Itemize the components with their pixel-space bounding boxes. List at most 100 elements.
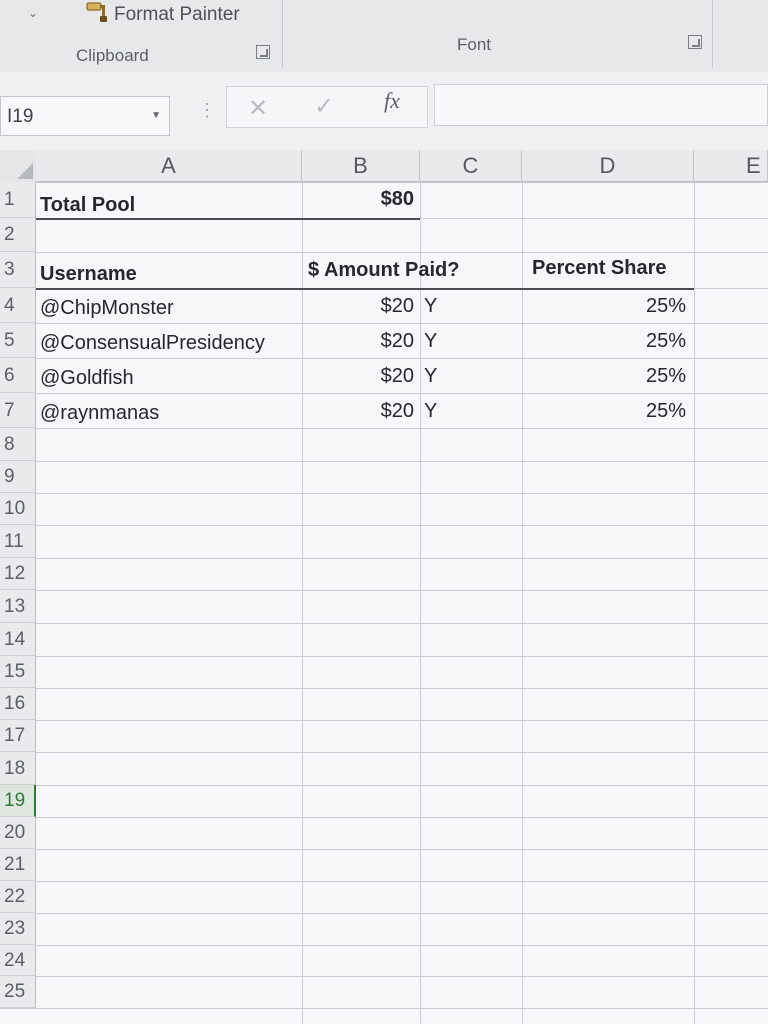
cell-c5[interactable]: Y — [424, 330, 437, 353]
column-header-b[interactable]: B — [302, 150, 420, 182]
gridline — [0, 1008, 768, 1009]
gridline — [0, 323, 768, 324]
gridline — [0, 558, 768, 559]
gridline — [0, 461, 768, 462]
cancel-icon[interactable]: ✕ — [248, 94, 268, 123]
row-header-24[interactable]: 24 — [0, 945, 36, 976]
cell-a3[interactable]: Username — [40, 263, 137, 286]
gridline — [0, 493, 768, 494]
gridline — [0, 688, 768, 689]
row-header-22[interactable]: 22 — [0, 881, 36, 913]
cell-a1[interactable]: Total Pool — [40, 194, 135, 217]
chevron-down-icon[interactable]: ⌄ — [28, 6, 38, 20]
cell-b6[interactable]: $20 — [306, 365, 414, 388]
cell-b1[interactable]: $80 — [306, 188, 414, 211]
cell-c7[interactable]: Y — [424, 400, 437, 423]
row-header-7[interactable]: 7 — [0, 393, 36, 428]
column-header-c[interactable]: C — [420, 150, 522, 182]
row-header-23[interactable]: 23 — [0, 913, 36, 945]
dropdown-caret-icon[interactable]: ▼ — [151, 110, 161, 121]
cell-a5[interactable]: @ConsensualPresidency — [40, 332, 265, 355]
row-header-4[interactable]: 4 — [0, 288, 36, 323]
row-header-11[interactable]: 11 — [0, 525, 36, 558]
cell-a7[interactable]: @raynmanas — [40, 402, 159, 425]
row-header-5[interactable]: 5 — [0, 323, 36, 358]
gridline — [0, 752, 768, 753]
ribbon: ⌄ Format Painter Clipboard Font — [0, 0, 768, 73]
gridline — [0, 785, 768, 786]
gridline — [694, 150, 695, 1024]
cell-d6[interactable]: 25% — [526, 365, 686, 388]
formula-input[interactable] — [434, 84, 768, 126]
row-header-10[interactable]: 10 — [0, 493, 36, 525]
row-header-6[interactable]: 6 — [0, 358, 36, 393]
gridline — [0, 945, 768, 946]
gridline — [0, 720, 768, 721]
row-header-3[interactable]: 3 — [0, 252, 36, 288]
gridline — [0, 976, 768, 977]
gridline — [0, 590, 768, 591]
clipboard-group-label: Clipboard — [76, 46, 149, 65]
cell-b5[interactable]: $20 — [306, 330, 414, 353]
row-header-20[interactable]: 20 — [0, 817, 36, 849]
row-header-1[interactable]: 1 — [0, 182, 36, 218]
cell-d3[interactable]: Percent Share — [532, 257, 667, 280]
gridline — [0, 358, 768, 359]
row-header-14[interactable]: 14 — [0, 623, 36, 656]
name-box[interactable]: I19 ▼ — [0, 96, 170, 136]
gridline — [0, 849, 768, 850]
row-header-8[interactable]: 8 — [0, 428, 36, 461]
format-painter-button[interactable]: Format Painter — [84, 0, 240, 29]
excel-window: ⌄ Format Painter Clipboard Font I19 ▼ ⋮ — [0, 0, 768, 1024]
row-header-25[interactable]: 25 — [0, 976, 36, 1008]
cell-b4[interactable]: $20 — [306, 295, 414, 318]
cell-a6[interactable]: @Goldfish — [40, 367, 134, 390]
gridline — [0, 881, 768, 882]
column-header-e[interactable]: E — [694, 150, 768, 182]
row-header-2[interactable]: 2 — [0, 218, 36, 252]
gridline — [0, 428, 768, 429]
row-header-12[interactable]: 12 — [0, 558, 36, 590]
cell-d5[interactable]: 25% — [526, 330, 686, 353]
row-header-9[interactable]: 9 — [0, 461, 36, 493]
cell-b7[interactable]: $20 — [306, 400, 414, 423]
enter-check-icon[interactable]: ✓ — [314, 92, 334, 121]
cell-border — [36, 218, 420, 220]
gridline — [0, 656, 768, 657]
formula-bar: I19 ▼ ⋮ ✕ ✓ fx — [0, 72, 768, 150]
gridline — [0, 623, 768, 624]
cell-c4[interactable]: Y — [424, 295, 437, 318]
row-header-19[interactable]: 19 — [0, 785, 36, 817]
row-header-18[interactable]: 18 — [0, 752, 36, 785]
gridline — [0, 393, 768, 394]
cell-b3[interactable]: $ Amount Paid? — [308, 259, 459, 282]
font-dialog-launcher-icon[interactable] — [688, 35, 702, 49]
row-header-16[interactable]: 16 — [0, 688, 36, 720]
insert-function-icon[interactable]: fx — [384, 88, 400, 114]
select-all-button[interactable] — [0, 150, 36, 182]
name-box-value: I19 — [7, 106, 34, 127]
ribbon-group-divider — [712, 0, 713, 68]
row-header-15[interactable]: 15 — [0, 656, 36, 688]
column-header-a[interactable]: A — [36, 150, 302, 182]
resize-handle-icon[interactable]: ⋮ — [198, 100, 216, 121]
column-header-d[interactable]: D — [522, 150, 694, 182]
gridline — [0, 182, 768, 183]
clipboard-dialog-launcher-icon[interactable] — [256, 45, 270, 59]
gridline — [0, 913, 768, 914]
select-all-triangle-icon — [17, 163, 33, 179]
ribbon-group-divider — [282, 0, 283, 68]
cell-d4[interactable]: 25% — [526, 295, 686, 318]
cell-c6[interactable]: Y — [424, 365, 437, 388]
row-header-13[interactable]: 13 — [0, 590, 36, 623]
row-header-17[interactable]: 17 — [0, 720, 36, 752]
worksheet-grid[interactable]: A B C D E 1 2 3 4 5 6 7 8 9 10 11 12 13 14 15 16 17 18 19 2… — [0, 150, 768, 1024]
cell-a4[interactable]: @ChipMonster — [40, 297, 174, 320]
gridline — [302, 150, 303, 1024]
format-painter-label: Format Painter — [114, 3, 240, 25]
gridline — [522, 150, 523, 1024]
cell-d7[interactable]: 25% — [526, 400, 686, 423]
gridline — [0, 525, 768, 526]
gridline — [0, 252, 768, 253]
row-header-21[interactable]: 21 — [0, 849, 36, 881]
